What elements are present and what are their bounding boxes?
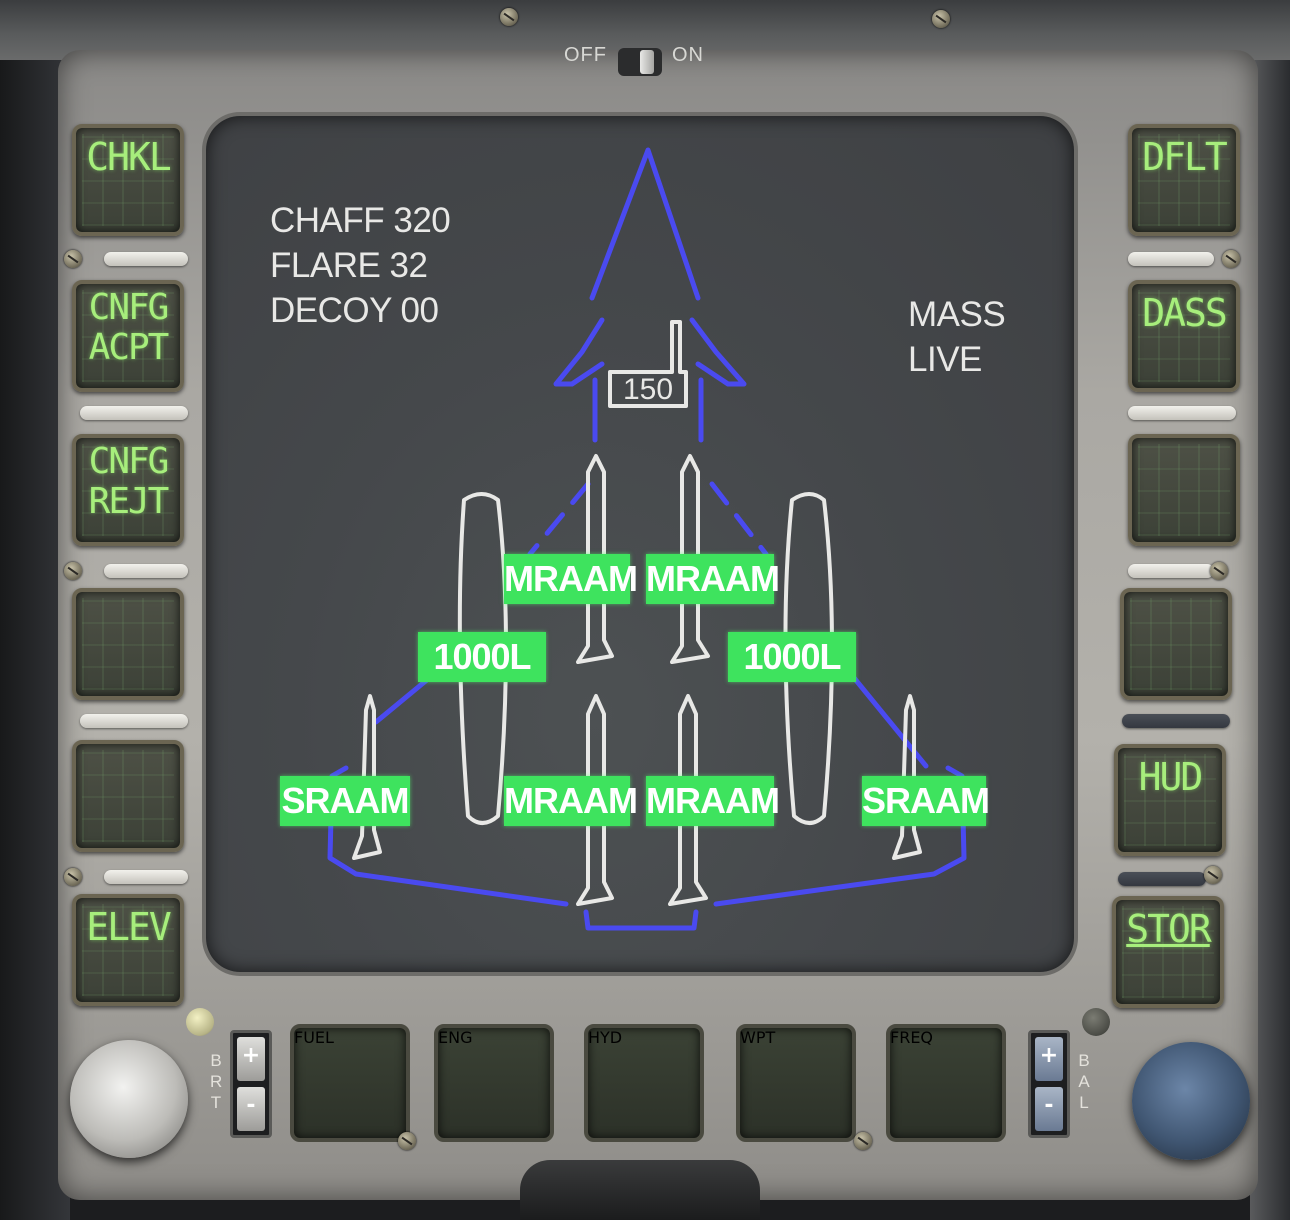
- right-key-2[interactable]: DASS: [1128, 280, 1240, 392]
- station-label: MRAAM: [504, 780, 638, 821]
- brightness-label: BRT: [206, 1050, 226, 1113]
- key-legend: HUD: [1138, 755, 1204, 799]
- station-right-tank[interactable]: 1000L: [728, 632, 856, 682]
- screw-icon: [1222, 250, 1240, 268]
- key-legend: ELEV: [86, 905, 172, 949]
- right-key-3[interactable]: [1128, 434, 1240, 546]
- bottom-key-3[interactable]: HYD: [584, 1024, 704, 1142]
- station-label: MRAAM: [646, 780, 780, 821]
- key-separator: [1128, 564, 1214, 578]
- station-lower-right-mraam[interactable]: MRAAM: [646, 776, 780, 826]
- balance-plus[interactable]: +: [1035, 1037, 1063, 1081]
- left-key-5[interactable]: [72, 740, 184, 852]
- status-indicator-light: [1082, 1008, 1110, 1036]
- key-legend: CNFG REJT: [88, 441, 170, 522]
- right-canard: [689, 317, 747, 387]
- station-left-tank[interactable]: 1000L: [418, 632, 546, 682]
- station-label: SRAAM: [862, 780, 990, 821]
- station-label: 1000L: [433, 636, 531, 677]
- switch-body[interactable]: [618, 48, 662, 76]
- key-legend: FUEL: [294, 1028, 334, 1047]
- bottom-key-4[interactable]: WPT: [736, 1024, 856, 1142]
- key-legend: FREQ: [890, 1028, 934, 1047]
- bottom-key-2[interactable]: ENG: [434, 1024, 554, 1142]
- brightness-rocker[interactable]: + -: [230, 1030, 272, 1138]
- left-key-1[interactable]: CHKL: [72, 124, 184, 236]
- key-legend: WPT: [740, 1028, 776, 1047]
- station-right-sraam[interactable]: SRAAM: [862, 776, 990, 826]
- key-separator: [104, 870, 188, 884]
- key-legend: ENG: [438, 1028, 473, 1047]
- left-key-2[interactable]: CNFG ACPT: [72, 280, 184, 392]
- key-separator: [1122, 714, 1230, 728]
- balance-label-text: BAL: [1078, 1051, 1090, 1112]
- tail-outline: [583, 909, 699, 931]
- bottom-key-1[interactable]: FUEL: [290, 1024, 410, 1142]
- station-upper-left-mraam[interactable]: MRAAM: [504, 554, 638, 604]
- balance-label: BAL: [1074, 1050, 1094, 1113]
- left-wing-edge-inner: [527, 481, 591, 557]
- display-power-switch[interactable]: OFF ON: [560, 44, 720, 78]
- key-separator: [104, 252, 188, 266]
- station-label: 1000L: [743, 636, 841, 677]
- right-key-5[interactable]: HUD: [1114, 744, 1226, 856]
- key-separator: [104, 564, 188, 578]
- centerline-value: 150: [623, 373, 673, 406]
- screw-icon: [64, 868, 82, 886]
- key-legend: DASS: [1142, 291, 1228, 335]
- right-key-6[interactable]: STOR: [1112, 896, 1224, 1008]
- station-upper-right-mraam[interactable]: MRAAM: [646, 554, 780, 604]
- right-key-1[interactable]: DFLT: [1128, 124, 1240, 236]
- status-indicator-light: [186, 1008, 214, 1036]
- key-separator: [80, 406, 188, 420]
- station-label: MRAAM: [504, 558, 638, 599]
- screw-icon: [854, 1132, 872, 1150]
- brightness-knob[interactable]: [70, 1040, 188, 1158]
- station-label: SRAAM: [281, 780, 410, 821]
- key-separator: [1128, 252, 1214, 266]
- screw-icon: [1210, 562, 1228, 580]
- key-legend: STOR: [1126, 907, 1212, 951]
- aircraft-stores-diagram: 150: [327, 147, 967, 931]
- station-label: MRAAM: [646, 558, 780, 599]
- stores-outlines: [352, 320, 922, 906]
- key-separator: [1118, 872, 1206, 886]
- station-lower-left-mraam[interactable]: MRAAM: [504, 776, 638, 826]
- stores-display: CHAFF 320 FLARE 32 DECOY 00 MASS LIVE 15…: [206, 116, 1074, 972]
- screw-icon: [398, 1132, 416, 1150]
- switch-on-label: ON: [672, 44, 704, 66]
- balance-rocker[interactable]: + -: [1028, 1030, 1070, 1138]
- left-key-4[interactable]: [72, 588, 184, 700]
- key-separator: [1128, 406, 1236, 420]
- switch-lever[interactable]: [640, 50, 654, 74]
- balance-minus[interactable]: -: [1035, 1087, 1063, 1131]
- switch-off-label: OFF: [564, 44, 607, 66]
- left-key-6[interactable]: ELEV: [72, 894, 184, 1006]
- screw-icon: [64, 250, 82, 268]
- nose-outline: [589, 147, 701, 301]
- key-legend: CHKL: [86, 135, 172, 179]
- screw-icon: [500, 8, 518, 26]
- brightness-label-text: BRT: [210, 1051, 223, 1112]
- brightness-minus[interactable]: -: [237, 1087, 265, 1131]
- left-canard: [553, 317, 605, 387]
- screw-icon: [932, 10, 950, 28]
- right-key-4[interactable]: [1120, 588, 1232, 700]
- screw-icon: [1204, 866, 1222, 884]
- key-legend: CNFG ACPT: [88, 287, 170, 368]
- bottom-key-5[interactable]: FREQ: [886, 1024, 1006, 1142]
- lower-panel-knob: [520, 1160, 760, 1220]
- right-wing-edge-inner: [709, 481, 769, 557]
- left-key-3[interactable]: CNFG REJT: [72, 434, 184, 546]
- screw-icon: [64, 562, 82, 580]
- brightness-plus[interactable]: +: [237, 1037, 265, 1081]
- key-legend: HYD: [588, 1028, 623, 1047]
- key-legend: DFLT: [1142, 135, 1228, 179]
- balance-knob[interactable]: [1132, 1042, 1250, 1160]
- station-left-sraam[interactable]: SRAAM: [280, 776, 410, 826]
- key-separator: [80, 714, 188, 728]
